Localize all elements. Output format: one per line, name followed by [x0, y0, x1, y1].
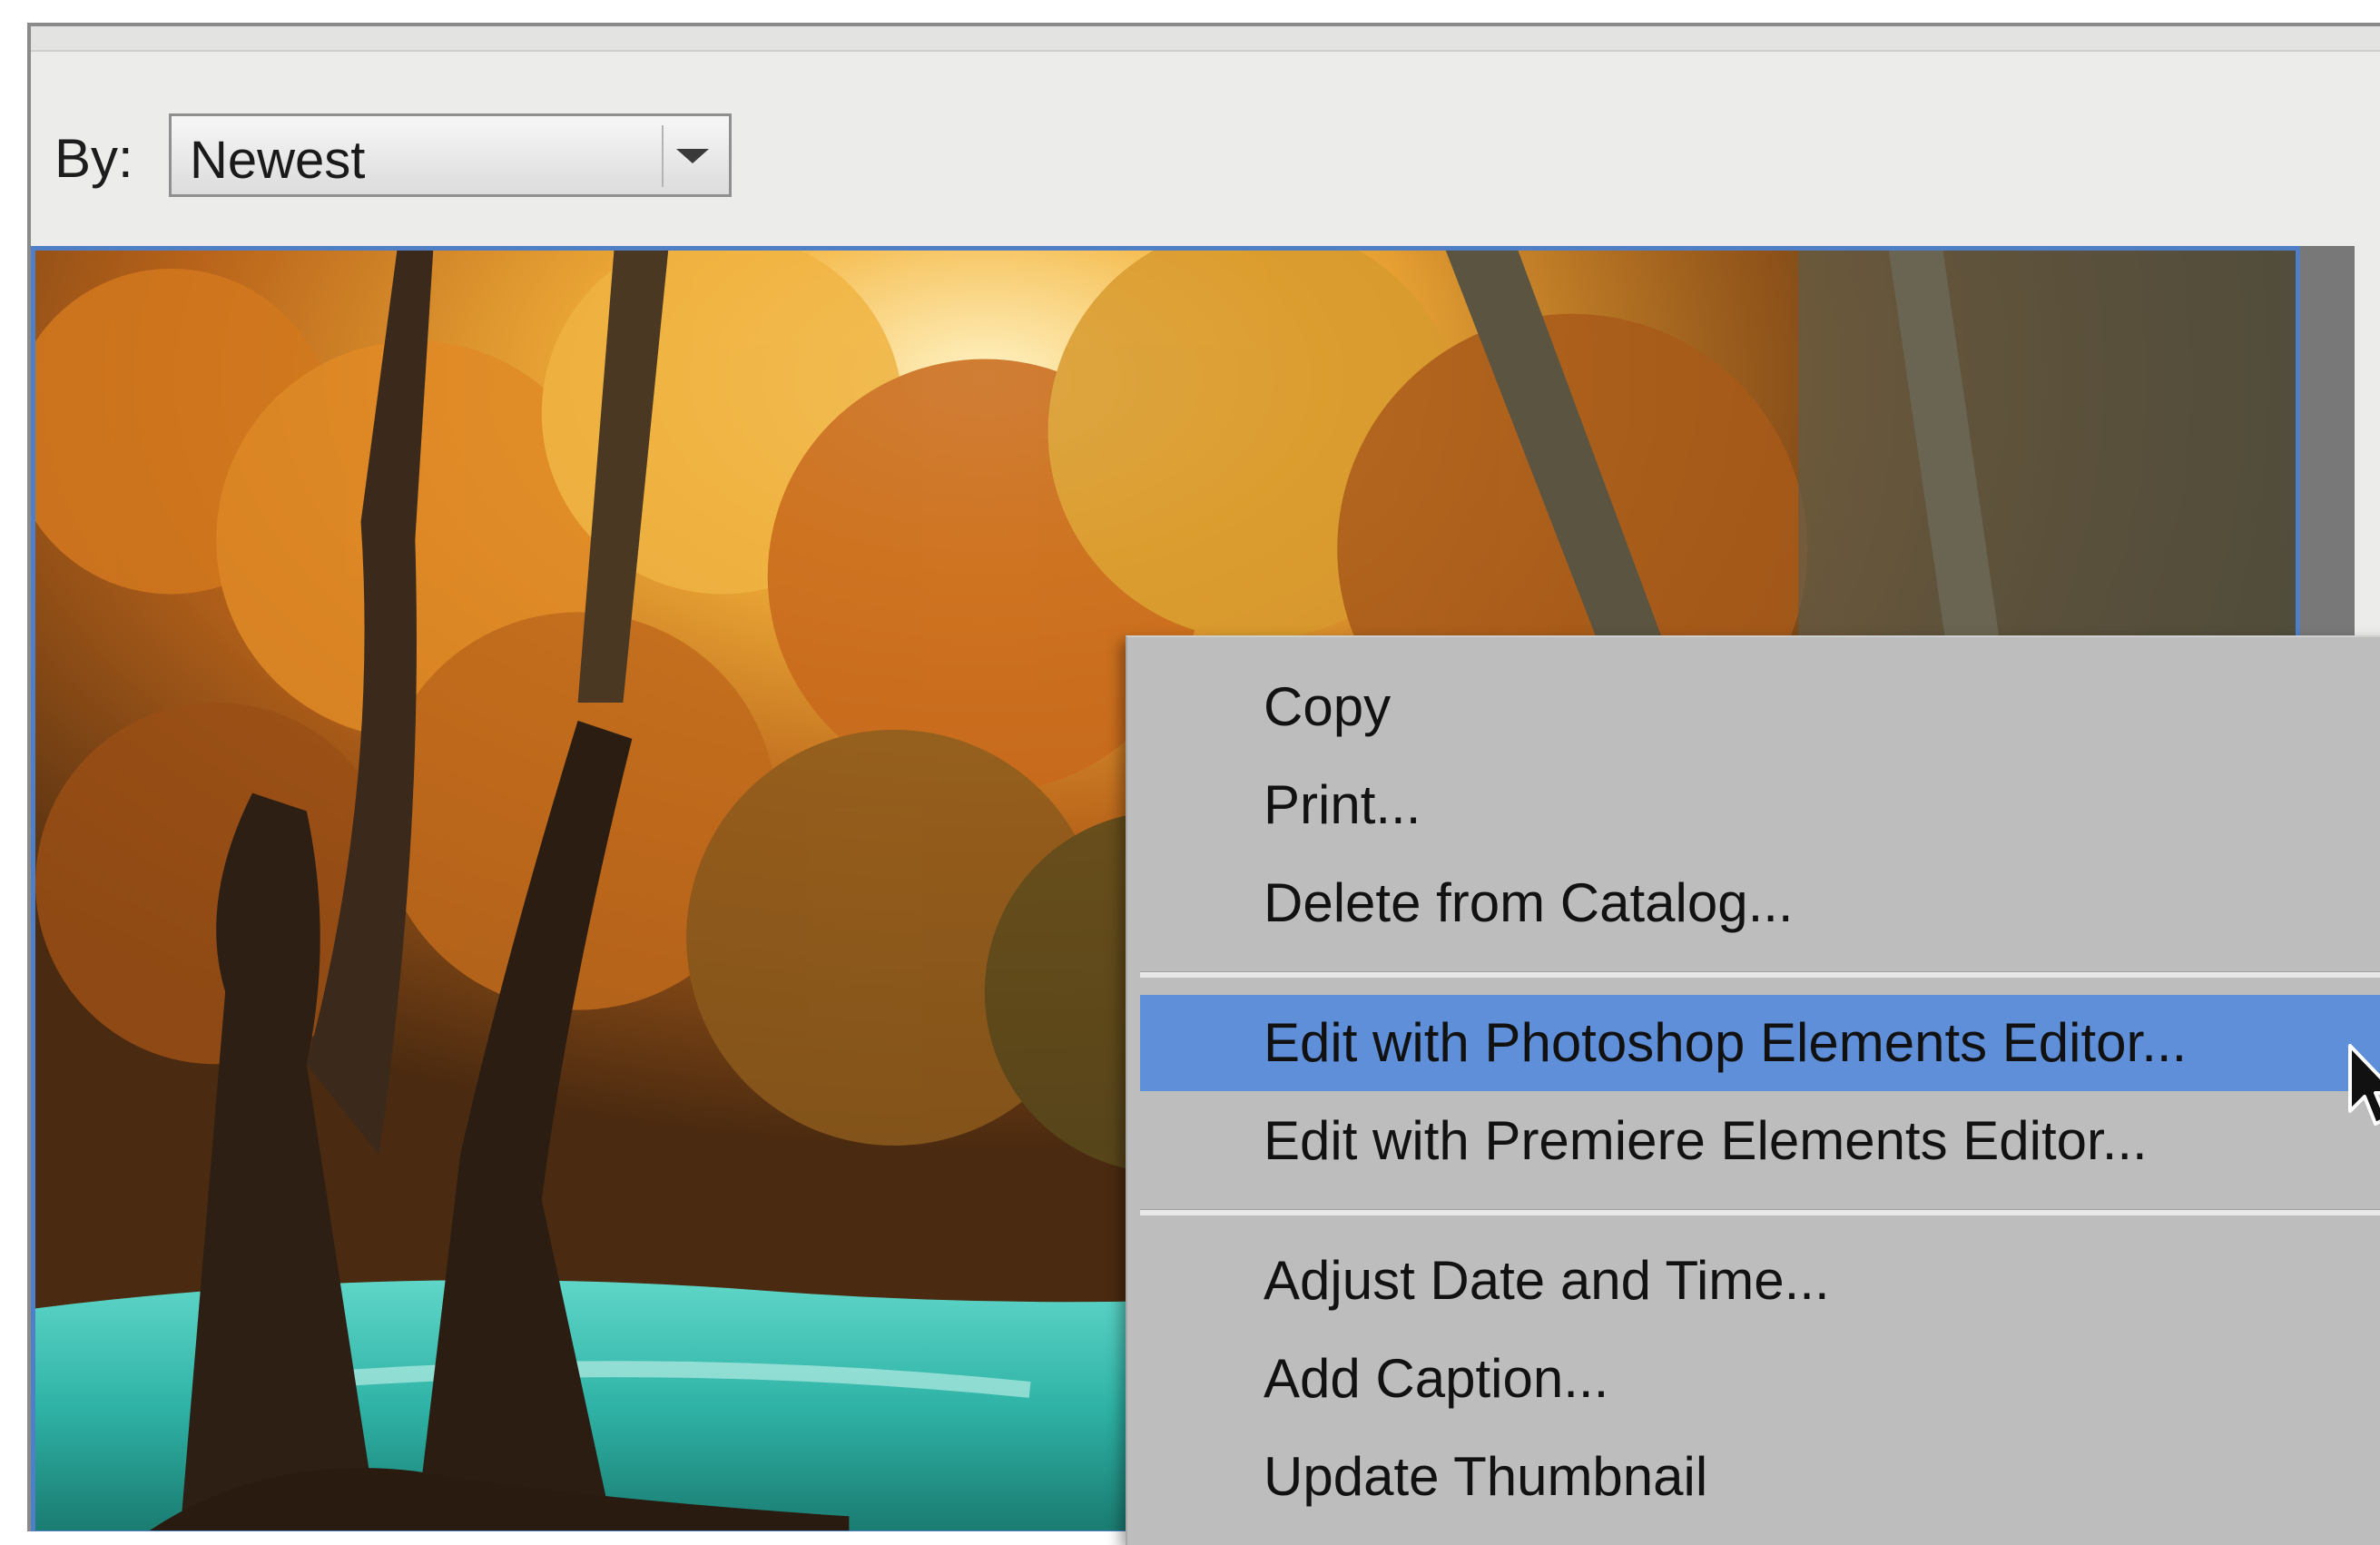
menu-separator	[1140, 1209, 2380, 1215]
menu-item-adjust-date-time[interactable]: Adjust Date and Time...	[1140, 1233, 2380, 1329]
menu-item-update-thumbnail[interactable]: Update Thumbnail	[1140, 1429, 2380, 1525]
sort-toolbar: By: Newest	[31, 52, 2380, 246]
mouse-pointer-icon	[2348, 1044, 2380, 1126]
menu-item-copy[interactable]: Copy	[1140, 659, 2380, 755]
menu-item-add-caption[interactable]: Add Caption...	[1140, 1331, 2380, 1427]
sort-by-dropdown[interactable]: Newest	[169, 113, 732, 197]
chevron-down-icon[interactable]	[676, 149, 709, 163]
menu-item-print[interactable]: Print...	[1140, 757, 2380, 853]
menu-separator	[1140, 971, 2380, 978]
sort-by-label: By:	[54, 128, 133, 189]
menu-item-delete-from-catalog[interactable]: Delete from Catalog...	[1140, 855, 2380, 951]
window-top-strip	[31, 26, 2380, 52]
dropdown-divider	[662, 125, 664, 187]
context-menu: Copy Print... Delete from Catalog... Edi…	[1126, 635, 2380, 1545]
menu-item-edit-photoshop-elements[interactable]: Edit with Photoshop Elements Editor...	[1140, 995, 2380, 1091]
sort-by-value: Newest	[190, 131, 366, 190]
menu-item-edit-premiere-elements[interactable]: Edit with Premiere Elements Editor...	[1140, 1093, 2380, 1189]
